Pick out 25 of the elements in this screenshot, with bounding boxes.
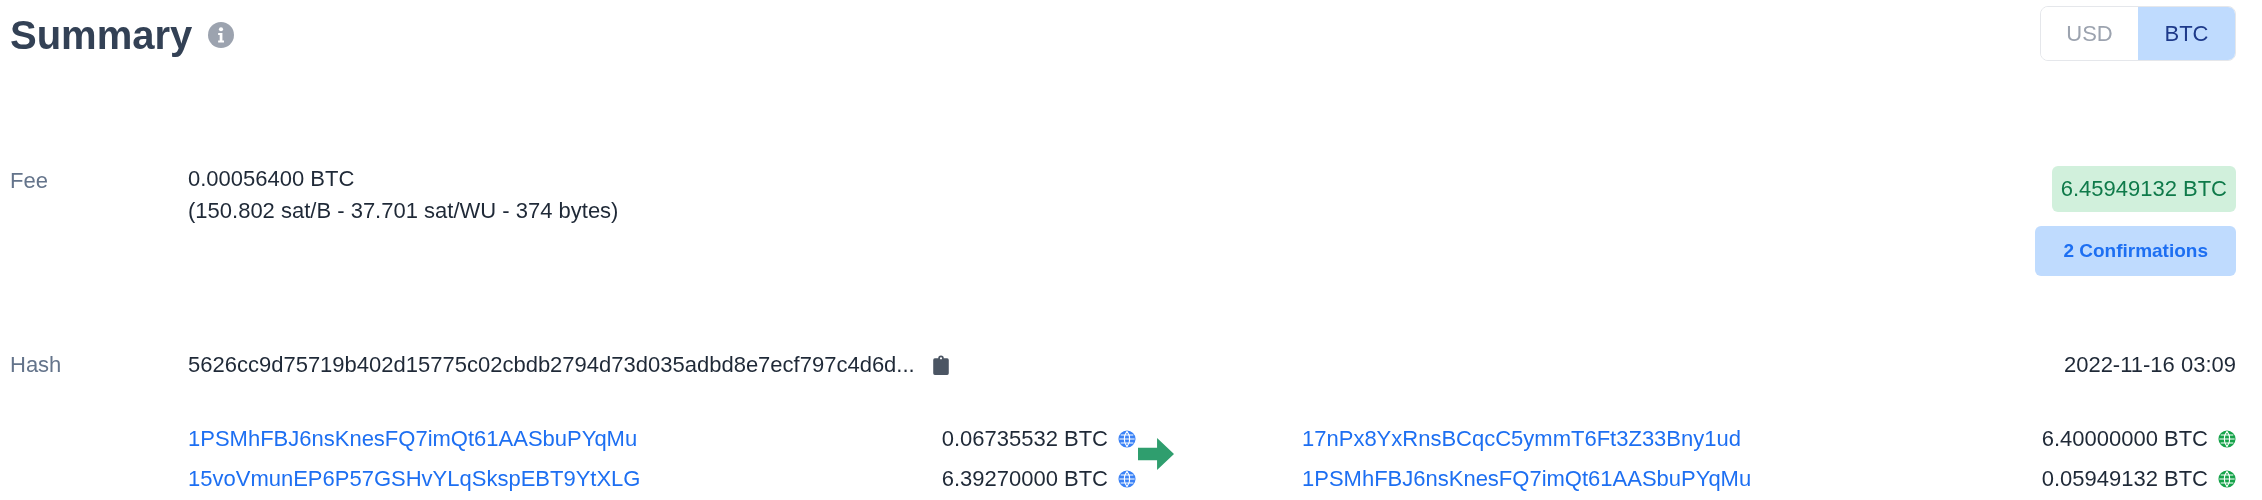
hash-label: Hash xyxy=(10,352,63,378)
globe-icon[interactable] xyxy=(2218,470,2236,488)
amount: 6.39270000 BTC xyxy=(941,466,1108,492)
address-link[interactable]: 17nPx8YxRnsBCqcC5ymmT6Ft3Z33Bny1ud xyxy=(1302,426,2036,452)
fee-details: (150.802 sat/B - 37.701 sat/WU - 374 bytes) xyxy=(188,198,620,224)
currency-tab[interactable]: BTC xyxy=(2138,7,2235,60)
clipboard-icon[interactable] xyxy=(932,355,949,375)
globe-icon[interactable] xyxy=(2218,430,2236,448)
confirmations-button[interactable]: 2 Confirmations xyxy=(2035,226,2236,276)
globe-icon[interactable] xyxy=(1118,470,1136,488)
arrow-icon xyxy=(1138,438,1174,470)
amount: 6.40000000 BTC xyxy=(2041,426,2208,452)
fee-amount: 0.00056400 BTC xyxy=(188,166,356,192)
total-amount-badge: 6.45949132 BTC xyxy=(2051,166,2236,212)
address-link[interactable]: 1PSMhFBJ6nsKnesFQ7imQt61AASbuPYqMu xyxy=(188,426,936,452)
transaction-time: 2022-11-16 03:09 xyxy=(2063,352,2236,378)
info-icon[interactable] xyxy=(208,22,235,48)
amount: 0.06735532 BTC xyxy=(941,426,1108,452)
globe-icon[interactable] xyxy=(1118,430,1136,448)
transaction-hash: 5626cc9d75719b402d15775c02cbdb2794d73d035adbd8e7ecf797c4d6d... xyxy=(188,352,915,378)
page-title: Summary xyxy=(10,12,193,58)
fee-label: Fee xyxy=(10,168,49,194)
amount: 0.05949132 BTC xyxy=(2041,466,2208,492)
address-link[interactable]: 1PSMhFBJ6nsKnesFQ7imQt61AASbuPYqMu xyxy=(1302,466,2036,492)
address-link[interactable]: 15voVmunEP6P57GSHvYLqSkspEBT9YtXLG xyxy=(188,466,936,492)
